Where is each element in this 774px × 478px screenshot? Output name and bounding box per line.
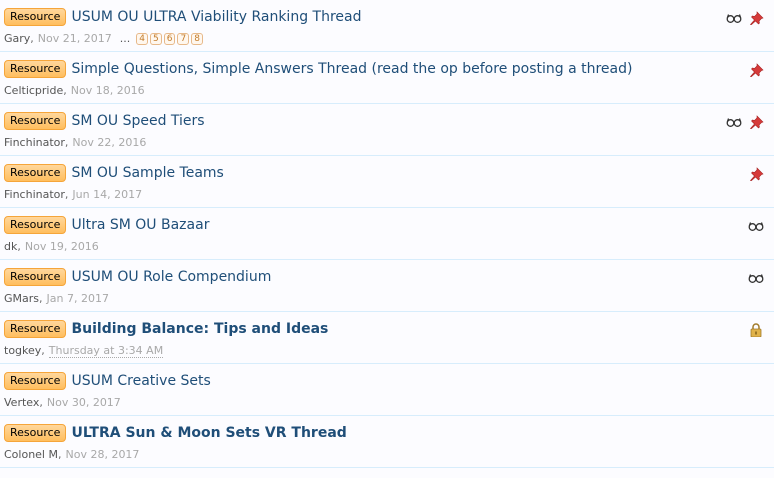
thread-row: Resource SM OU Sample Teams Finchinator,…: [0, 156, 774, 208]
page-link[interactable]: 5: [149, 33, 162, 45]
thread-row: Resource Building Balance: Tips and Idea…: [0, 312, 774, 364]
thread-row: Resource USUM OU Role Compendium GMars, …: [0, 260, 774, 312]
thread-title-link[interactable]: ULTRA Sun & Moon Sets VR Thread: [71, 425, 346, 441]
thread-list: Resource USUM OU ULTRA Viability Ranking…: [0, 0, 774, 468]
prefix-badge[interactable]: Resource: [4, 268, 67, 286]
thread-row: Resource ULTRA Sun & Moon Sets VR Thread…: [0, 416, 774, 468]
prefix-badge[interactable]: Resource: [4, 8, 67, 26]
thread-title-link[interactable]: USUM OU ULTRA Viability Ranking Thread: [71, 9, 361, 25]
watch-icon: [726, 10, 742, 24]
thread-row: Resource USUM Creative Sets Vertex, Nov …: [0, 364, 774, 416]
thread-row: Resource USUM OU ULTRA Viability Ranking…: [0, 0, 774, 52]
thread-date[interactable]: Jun 14, 2017: [72, 188, 142, 202]
author-link[interactable]: togkey: [4, 344, 41, 358]
watch-icon: [748, 270, 764, 284]
author-link[interactable]: Vertex: [4, 396, 39, 410]
pin-icon: [748, 166, 764, 182]
prefix-badge[interactable]: Resource: [4, 112, 67, 130]
author-link[interactable]: Celticpride: [4, 84, 63, 98]
thread-row: Resource Simple Questions, Simple Answer…: [0, 52, 774, 104]
author-link[interactable]: Finchinator: [4, 136, 65, 150]
thread-title-link[interactable]: Building Balance: Tips and Ideas: [71, 321, 328, 337]
page-link[interactable]: 6: [163, 33, 176, 45]
author-link[interactable]: Gary: [4, 32, 30, 46]
thread-title-link[interactable]: SM OU Sample Teams: [71, 165, 223, 181]
thread-title-link[interactable]: Ultra SM OU Bazaar: [71, 217, 209, 233]
prefix-badge[interactable]: Resource: [4, 216, 67, 234]
thread-row: Resource SM OU Speed Tiers Finchinator, …: [0, 104, 774, 156]
page-link[interactable]: 4: [136, 33, 148, 45]
author-link[interactable]: Colonel M: [4, 448, 58, 462]
pin-icon: [748, 10, 764, 26]
thread-date[interactable]: Nov 30, 2017: [47, 396, 121, 410]
prefix-badge[interactable]: Resource: [4, 320, 67, 338]
prefix-badge[interactable]: Resource: [4, 164, 67, 182]
thread-title-link[interactable]: SM OU Speed Tiers: [71, 113, 204, 129]
author-link[interactable]: Finchinator: [4, 188, 65, 202]
page-link[interactable]: 8: [191, 33, 203, 45]
lock-icon: [748, 322, 764, 338]
thread-title-link[interactable]: USUM Creative Sets: [71, 373, 210, 389]
prefix-badge[interactable]: Resource: [4, 60, 67, 78]
author-link[interactable]: GMars: [4, 292, 39, 306]
prefix-badge[interactable]: Resource: [4, 424, 67, 442]
thread-date[interactable]: Nov 28, 2017: [65, 448, 139, 462]
thread-date[interactable]: Nov 21, 2017: [38, 32, 112, 46]
thread-date[interactable]: Jan 7, 2017: [47, 292, 109, 306]
author-link[interactable]: dk: [4, 240, 17, 254]
thread-date[interactable]: Nov 18, 2016: [71, 84, 145, 98]
pin-icon: [748, 114, 764, 130]
thread-title-link[interactable]: USUM OU Role Compendium: [71, 269, 271, 285]
pin-icon: [748, 62, 764, 78]
page-link[interactable]: 7: [177, 33, 190, 45]
prefix-badge[interactable]: Resource: [4, 372, 67, 390]
watch-icon: [726, 114, 742, 128]
thread-date[interactable]: Nov 19, 2016: [25, 240, 99, 254]
thread-title-link[interactable]: Simple Questions, Simple Answers Thread …: [71, 61, 632, 77]
thread-date[interactable]: Nov 22, 2016: [72, 136, 146, 150]
thread-date[interactable]: Thursday at 3:34 AM: [48, 344, 164, 358]
thread-row: Resource Ultra SM OU Bazaar dk, Nov 19, …: [0, 208, 774, 260]
watch-icon: [748, 218, 764, 232]
pages-ellipsis: ...: [119, 32, 131, 45]
